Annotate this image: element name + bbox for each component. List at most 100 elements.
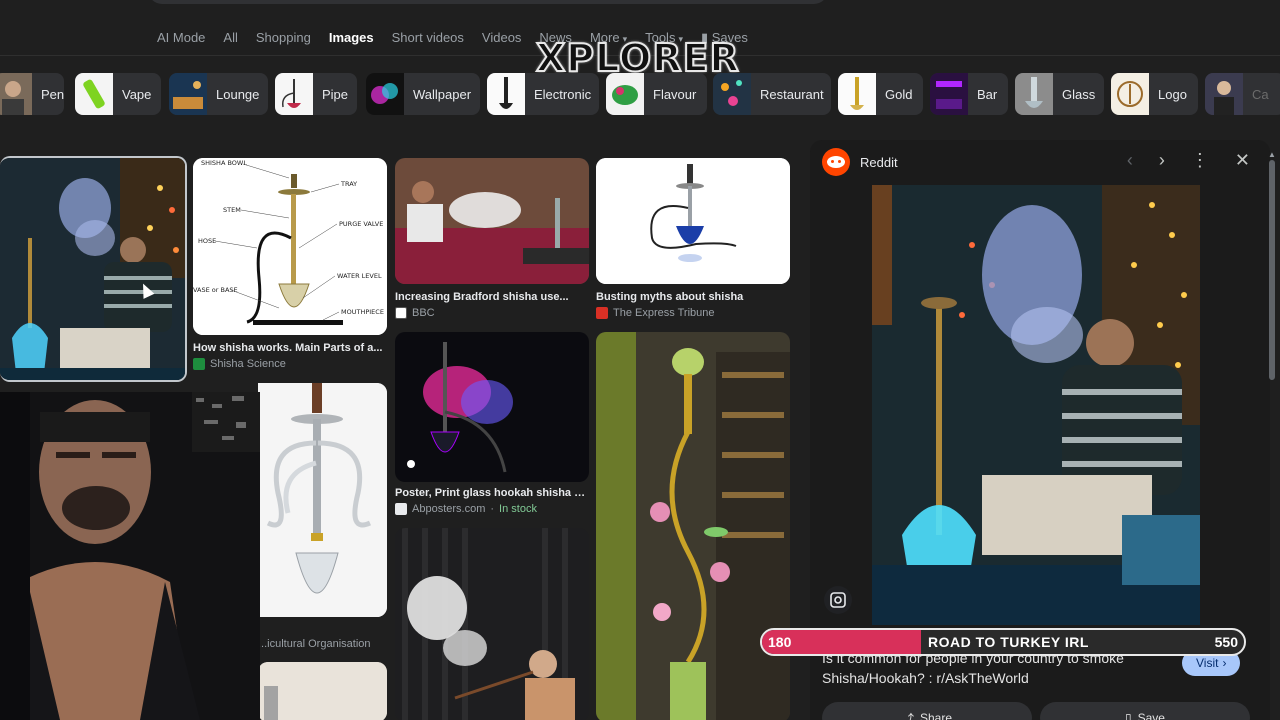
chip-thumbnail: [606, 73, 644, 115]
chip-thumbnail: [366, 73, 404, 115]
chip-thumbnail: [930, 73, 968, 115]
search-bar[interactable]: [148, 0, 828, 4]
share-icon: ⤴: [901, 711, 914, 720]
panel-site-name: Reddit: [860, 154, 898, 170]
result-caption[interactable]: Poster, Print glass hookah shisha with a…: [395, 487, 589, 499]
chip-label: Gold: [885, 86, 913, 102]
neon-hookah-poster-image: [395, 332, 589, 482]
abposters-logo-icon: [395, 503, 407, 515]
result-source-name: Abposters.com: [412, 503, 486, 515]
diagram-label-mouth: MOUTHPIECE: [341, 308, 384, 316]
chip-thumbnail: [0, 73, 32, 115]
bookmark-icon: ▯: [1125, 711, 1132, 720]
result-source-name: BBC: [412, 307, 435, 319]
hookah-parts-diagram: SHISHA BOWL TRAY STEM PURGE VALVE HOSE W…: [193, 158, 387, 335]
diagram-label-base: VASE or BASE: [193, 286, 238, 294]
save-button[interactable]: ▯ Save: [1040, 702, 1250, 720]
tab-all[interactable]: All: [223, 30, 237, 46]
chip-electronic[interactable]: Electronic: [487, 73, 599, 115]
stream-goal-progress-bar: 180 ROAD TO TURKEY IRL 550: [760, 628, 1246, 656]
chip-thumbnail: [1015, 73, 1053, 115]
chip-bar[interactable]: Bar: [930, 73, 1008, 115]
chip-flavour[interactable]: Flavour: [606, 73, 707, 115]
result-source[interactable]: Shisha Science: [193, 358, 286, 370]
tab-ai-mode[interactable]: AI Mode: [157, 30, 205, 46]
close-icon[interactable]: ✕: [1235, 150, 1250, 171]
progress-title: ROAD TO TURKEY IRL: [928, 634, 1089, 650]
chip-label: Bar: [977, 86, 998, 102]
chip-label: Ca: [1252, 86, 1269, 102]
express-tribune-logo-icon: [596, 307, 608, 319]
result-image-blue-hookah[interactable]: [596, 158, 790, 284]
webcam-noise-artifact: [192, 392, 260, 452]
result-image-poster[interactable]: [395, 332, 589, 482]
result-image-diagram[interactable]: SHISHA BOWL TRAY STEM PURGE VALVE HOSE W…: [193, 158, 387, 335]
scrollbar-thumb[interactable]: [1269, 160, 1275, 380]
diagram-label-tray: TRAY: [340, 180, 357, 188]
result-source[interactable]: BBC: [395, 307, 435, 319]
result-caption[interactable]: How shisha works. Main Parts of a...: [193, 342, 387, 354]
diagram-label-hose: HOSE: [198, 237, 216, 245]
result-source-name: The Express Tribune: [613, 307, 715, 319]
visit-label: Visit: [1196, 656, 1219, 670]
result-caption[interactable]: Increasing Bradford shisha use...: [395, 291, 589, 303]
tab-shopping[interactable]: Shopping: [256, 30, 311, 46]
result-source-name: Shisha Science: [210, 358, 286, 370]
result-image-woman-smoke[interactable]: [395, 528, 589, 720]
chip-ca[interactable]: Ca: [1205, 73, 1280, 115]
chip-restaurant[interactable]: Restaurant: [713, 73, 831, 115]
result-caption[interactable]: Busting myths about shisha: [596, 291, 790, 303]
chip-thumbnail: [487, 73, 525, 115]
result-source[interactable]: The Express Tribune: [596, 307, 715, 319]
chip-label: Pipe: [322, 86, 349, 102]
man-smoking-hookah-large-image: [872, 185, 1200, 625]
chip-thumbnail: [75, 73, 113, 115]
chip-wallpaper[interactable]: Wallpaper: [366, 73, 480, 115]
tab-images[interactable]: Images: [329, 30, 374, 46]
share-button[interactable]: ⤴ Share: [822, 702, 1032, 720]
result-source[interactable]: Abposters.com · In stock: [395, 503, 537, 515]
woman-exhaling-smoke-image: [395, 528, 589, 720]
chip-vape[interactable]: Vape: [75, 73, 161, 115]
chip-lounge[interactable]: Lounge: [169, 73, 268, 115]
related-chips: Pen Vape Lounge Pipe Wallpaper Electroni…: [0, 73, 1280, 117]
bbc-logo-icon: [395, 307, 407, 319]
checkmark-icon: [193, 358, 205, 370]
save-label: Save: [1137, 711, 1165, 720]
panel-source-header[interactable]: Reddit: [822, 148, 898, 176]
chip-label: Vape: [122, 86, 152, 102]
chip-label: Electronic: [534, 86, 592, 102]
chip-pen[interactable]: Pen: [0, 73, 64, 115]
scroll-up-icon[interactable]: ▲: [1268, 150, 1276, 159]
panel-controls: ‹ › ⋮ ✕: [1127, 150, 1250, 171]
chip-thumbnail: [275, 73, 313, 115]
chip-logo[interactable]: Logo: [1111, 73, 1198, 115]
diagram-label-purge: PURGE VALVE: [339, 220, 383, 228]
result-image-gold-hookah-shop[interactable]: [596, 332, 790, 720]
lens-icon: [830, 592, 846, 608]
man-on-sofa-smoking-image: [395, 158, 589, 284]
result-image-partial[interactable]: [258, 662, 387, 720]
chip-thumbnail: [1205, 73, 1243, 115]
chip-thumbnail: [169, 73, 207, 115]
result-image-silver-hookah[interactable]: [258, 383, 387, 617]
chip-thumbnail: [1111, 73, 1149, 115]
tab-short-videos[interactable]: Short videos: [392, 30, 464, 46]
chip-glass[interactable]: Glass: [1015, 73, 1104, 115]
chip-label: Wallpaper: [413, 86, 472, 102]
result-image-bradford[interactable]: [395, 158, 589, 284]
chevron-right-icon: ›: [1222, 656, 1227, 670]
more-vert-icon[interactable]: ⋮: [1191, 150, 1209, 171]
panel-scrollbar[interactable]: ▲: [1268, 150, 1276, 720]
chevron-right-icon[interactable]: ›: [1159, 150, 1165, 171]
chevron-left-icon[interactable]: ‹: [1127, 150, 1133, 171]
chip-label: Logo: [1158, 86, 1187, 102]
chip-gold[interactable]: Gold: [838, 73, 923, 115]
chip-pipe[interactable]: Pipe: [275, 73, 357, 115]
result-source[interactable]: ...icultural Organisation: [258, 638, 371, 650]
panel-preview-image[interactable]: [872, 185, 1200, 625]
silver-hookah-image: [258, 383, 387, 617]
tab-videos[interactable]: Videos: [482, 30, 522, 46]
result-image-selected[interactable]: [0, 156, 187, 382]
google-lens-button[interactable]: [824, 586, 852, 614]
